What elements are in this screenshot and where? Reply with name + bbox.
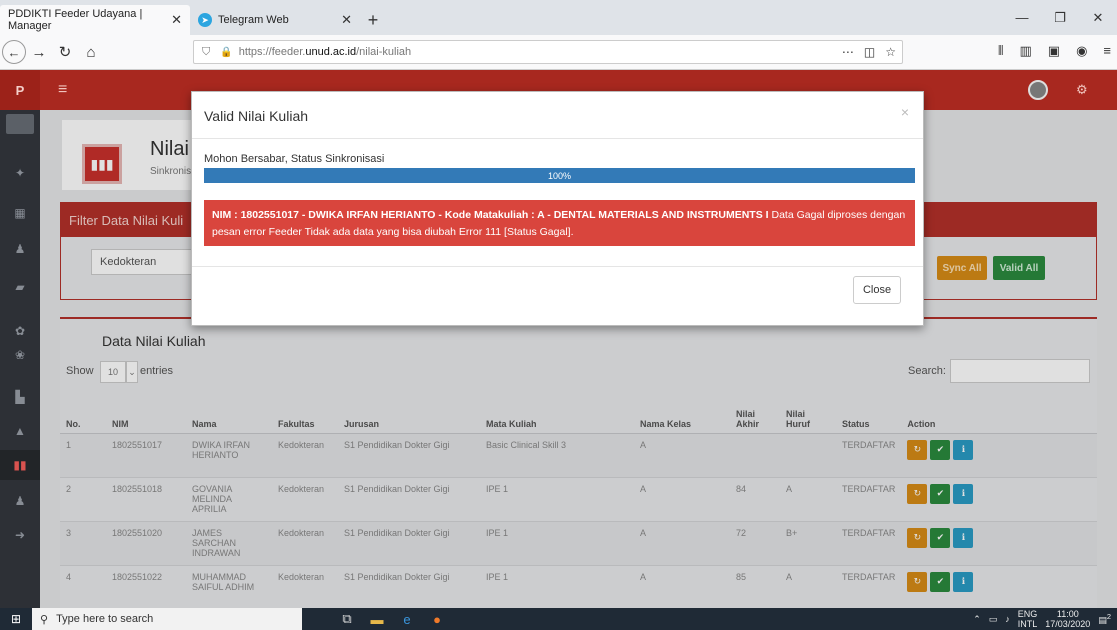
browser-nav-bar: ← → ↻ ⌂ ⛉ 🔒 https://feeder.unud.ac.id/ni… xyxy=(0,35,1117,70)
new-tab-button[interactable]: + xyxy=(360,5,386,35)
bookmark-icon[interactable]: ☆ xyxy=(885,45,896,59)
minimize-icon[interactable]: — xyxy=(1003,0,1041,35)
gear-icon[interactable]: ⚙ xyxy=(1076,82,1088,98)
alert-bold-text: NIM : 1802551017 - DWIKA IRFAN HERIANTO … xyxy=(212,209,769,221)
telegram-icon: ➤ xyxy=(198,13,212,27)
sidebar: ✦ ▦ ♟ ▰ ✿ ❀ ▙ ▲ ▮▮ ♟ ➜ xyxy=(0,110,40,608)
url-text: https://feeder.unud.ac.id/nilai-kuliah xyxy=(238,46,412,58)
tab-close-icon[interactable]: ✕ xyxy=(341,12,352,28)
container-icon[interactable]: ▣ xyxy=(1048,43,1060,59)
taskbar-search[interactable]: ⚲ Type here to search xyxy=(32,608,302,630)
wait-text: Mohon Bersabar, Status Sinkronisasi xyxy=(204,153,385,165)
network-icon[interactable]: ▭ xyxy=(989,614,998,625)
lock-icon: 🔒 xyxy=(220,46,233,58)
divider xyxy=(192,266,923,267)
volume-icon[interactable]: ♪ xyxy=(1005,614,1010,624)
modal-title: Valid Nilai Kuliah xyxy=(204,108,309,124)
screen: PDDIKTI Feeder Udayana | Manager ✕ ➤ Tel… xyxy=(0,0,1117,630)
tab-title: Telegram Web xyxy=(218,14,289,26)
close-window-icon[interactable]: ✕ xyxy=(1079,0,1117,35)
tab-telegram[interactable]: ➤ Telegram Web ✕ xyxy=(190,5,360,35)
reload-icon[interactable]: ↻ xyxy=(52,39,78,65)
sidebar-user-image xyxy=(6,114,34,134)
pocket-icon[interactable]: ◫ xyxy=(864,45,875,59)
sidebar-item-file[interactable]: ▙ xyxy=(0,382,40,412)
tab-close-icon[interactable]: ✕ xyxy=(171,12,182,28)
sidebar-item-user2[interactable]: ♟ xyxy=(0,486,40,516)
hamburger-icon[interactable]: ≡ xyxy=(58,81,67,99)
windows-icon[interactable]: ⊞ xyxy=(0,608,32,630)
system-tray: ⌃ ▭ ♪ ENG INTL 11:00 17/03/2020 ▤2 xyxy=(973,608,1117,630)
sidebar-item-logout[interactable]: ➜ xyxy=(0,520,40,550)
sidebar-item-book[interactable]: ▰ xyxy=(0,272,40,302)
valid-nilai-modal: Valid Nilai Kuliah × Mohon Bersabar, Sta… xyxy=(191,91,924,326)
forward-icon[interactable]: → xyxy=(26,39,52,65)
progress-bar: 100% xyxy=(204,168,915,183)
menu-icon[interactable]: ≡ xyxy=(1103,43,1111,59)
back-icon[interactable]: ← xyxy=(2,40,26,64)
error-alert: NIM : 1802551017 - DWIKA IRFAN HERIANTO … xyxy=(204,200,915,246)
sidebar-icon[interactable]: ▥ xyxy=(1019,43,1031,59)
edge-icon[interactable]: e xyxy=(392,608,422,630)
url-actions: ⋯ ◫ ☆ xyxy=(842,45,896,59)
sidebar-item-calendar[interactable]: ▦ xyxy=(0,198,40,228)
library-icon[interactable]: ⫴ xyxy=(998,43,1003,59)
tab-title: PDDIKTI Feeder Udayana | Manager xyxy=(8,8,143,32)
sidebar-item-home[interactable]: ✦ xyxy=(0,158,40,188)
firefox-icon[interactable]: ● xyxy=(422,608,452,630)
sidebar-item-group[interactable]: ❀ xyxy=(0,340,40,370)
avatar[interactable] xyxy=(1028,80,1048,100)
chevron-up-icon[interactable]: ⌃ xyxy=(973,614,981,625)
language-indicator[interactable]: ENG INTL xyxy=(1018,609,1038,629)
progress-fill: 100% xyxy=(204,168,915,183)
url-bar[interactable]: ⛉ 🔒 https://feeder.unud.ac.id/nilai-kuli… xyxy=(193,40,903,64)
shield-icon: ⛉ xyxy=(202,45,211,58)
windows-taskbar: ⊞ ⚲ Type here to search ⧉ ▬ e ● ⌃ ▭ ♪ ENG… xyxy=(0,608,1117,630)
divider xyxy=(192,138,923,139)
home-icon[interactable]: ⌂ xyxy=(78,39,104,65)
sidebar-item-lock[interactable]: ▲ xyxy=(0,416,40,446)
app-logo[interactable]: P xyxy=(0,70,40,110)
clock[interactable]: 11:00 17/03/2020 xyxy=(1045,609,1090,629)
extension-icon[interactable]: ◉ xyxy=(1076,43,1087,59)
file-explorer-icon[interactable]: ▬ xyxy=(362,608,392,630)
close-icon[interactable]: × xyxy=(901,104,909,120)
close-button[interactable]: Close xyxy=(853,276,901,304)
restore-icon[interactable]: ❐ xyxy=(1041,0,1079,35)
toolbar-icons: ⫴ ▥ ▣ ◉ ≡ xyxy=(998,43,1111,59)
more-icon[interactable]: ⋯ xyxy=(842,45,854,59)
notification-icon[interactable]: ▤2 xyxy=(1098,612,1111,626)
search-icon: ⚲ xyxy=(40,613,49,626)
task-view-icon[interactable]: ⧉ xyxy=(332,608,362,630)
search-placeholder: Type here to search xyxy=(56,613,154,625)
sidebar-item-user[interactable]: ♟ xyxy=(0,234,40,264)
tab-pddikti[interactable]: PDDIKTI Feeder Udayana | Manager ✕ xyxy=(0,5,190,35)
window-controls: — ❐ ✕ xyxy=(1003,0,1117,35)
browser-tab-bar: PDDIKTI Feeder Udayana | Manager ✕ ➤ Tel… xyxy=(0,0,1117,35)
sidebar-item-nilai[interactable]: ▮▮ xyxy=(0,450,40,480)
